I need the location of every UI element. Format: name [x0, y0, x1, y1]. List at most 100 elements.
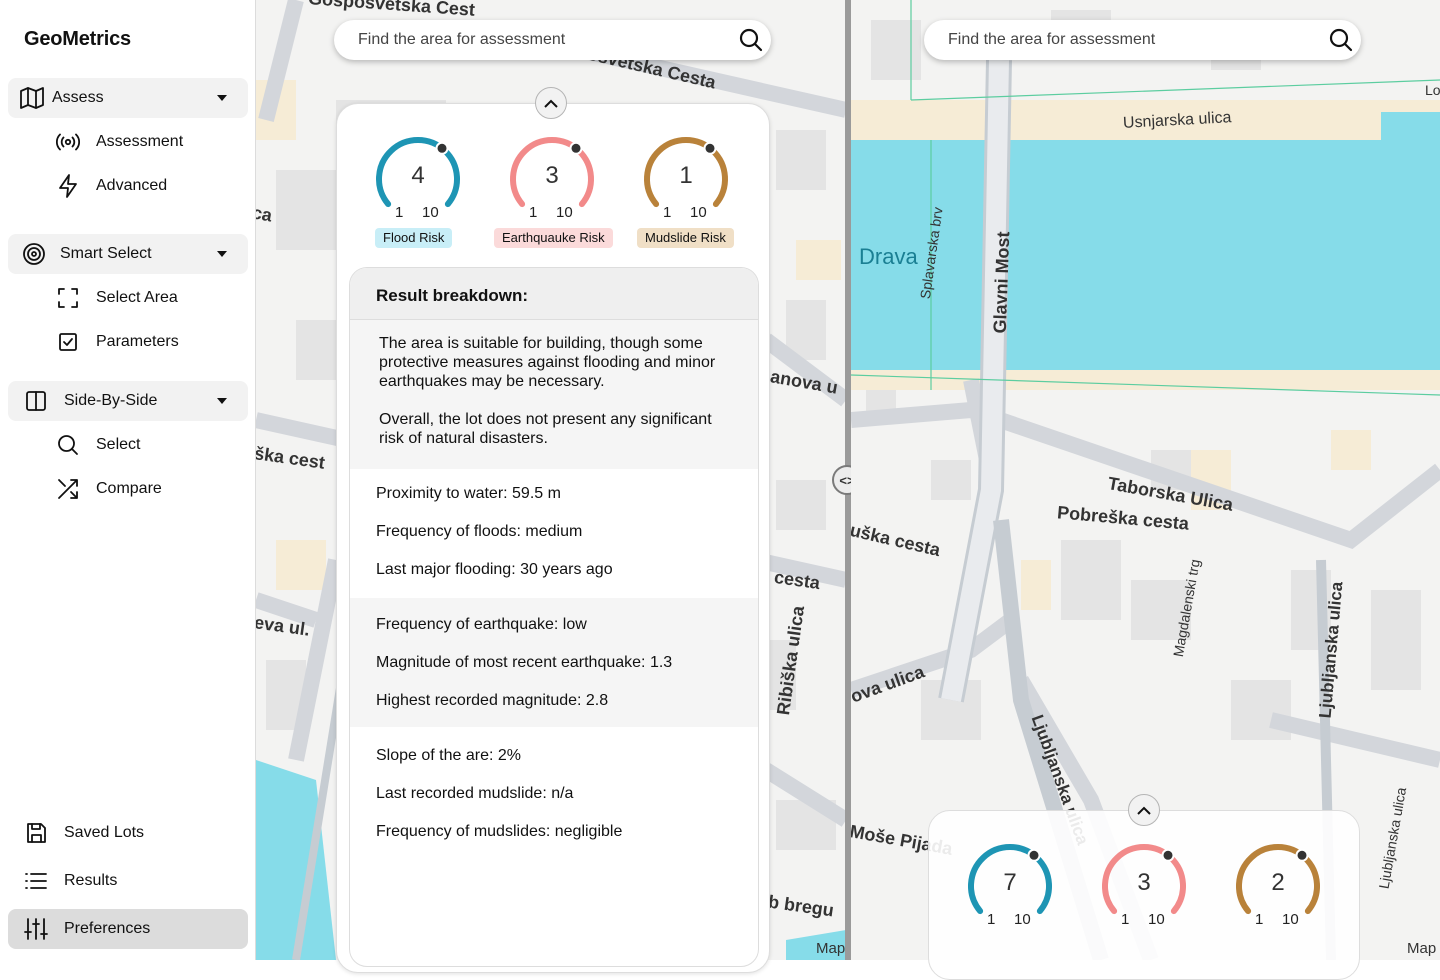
- gauge-value: 1: [679, 162, 693, 189]
- gauge-value: 3: [1137, 869, 1151, 896]
- gauge-mudslide-risk: 1 1 10 Mudslide Risk: [637, 134, 751, 254]
- nav-item-label: Select Area: [96, 289, 178, 306]
- nav-label: Saved Lots: [64, 824, 145, 841]
- detail-row: Last recorded mudslide: n/a: [376, 785, 574, 802]
- gauge-min: 1: [395, 204, 404, 221]
- gauge-flood-risk: 4 1 10 Flood Risk: [373, 134, 483, 254]
- earthquake-details: Frequency of earthquake: low Magnitude o…: [350, 598, 758, 727]
- mudslide-details: Slope of the are: 2% Last recorded mudsl…: [350, 727, 758, 851]
- caret-down-icon[interactable]: [210, 398, 234, 404]
- street-label: Glavni Most: [989, 231, 1014, 334]
- sliders-icon: [16, 917, 56, 941]
- nav-label: Preferences: [64, 920, 151, 937]
- gauge-label: Flood Risk: [375, 228, 453, 248]
- nav-item-parameters[interactable]: Parameters: [56, 330, 179, 354]
- nav-group-label: Smart Select: [60, 245, 152, 262]
- map-attribution: Map: [1407, 940, 1437, 957]
- nav-saved-lots[interactable]: Saved Lots: [8, 813, 248, 853]
- list-icon: [16, 872, 56, 890]
- sidebar: GeoMetrics Assess Assessment Advanced Sm…: [0, 0, 256, 960]
- summary-text: The area is suitable for building, thoug…: [379, 335, 716, 390]
- gauge-value: 2: [1271, 869, 1285, 896]
- gauge-max: 10: [422, 204, 439, 221]
- select-frame-icon: [56, 287, 80, 309]
- gauge-label: Earthquauke Risk: [494, 228, 613, 248]
- caret-down-icon[interactable]: [210, 95, 234, 101]
- gauge-min: 1: [1255, 911, 1264, 928]
- search-icon: [56, 434, 80, 456]
- lightning-icon: [56, 174, 80, 198]
- detail-row: Slope of the are: 2%: [376, 747, 521, 764]
- detail-row: Proximity to water: 59.5 m: [376, 485, 561, 502]
- gauge-earthquake-risk: 3 1 10: [1099, 841, 1209, 961]
- search-bar-left[interactable]: Find the area for assessment: [334, 20, 771, 60]
- gauge-knob: [1161, 848, 1175, 862]
- nav-label: Results: [64, 872, 118, 889]
- gauge-flood-risk: 7 1 10: [965, 841, 1075, 961]
- gauge-max: 10: [556, 204, 573, 221]
- gauge-knob: [1027, 848, 1041, 862]
- nav-item-label: Parameters: [96, 333, 179, 350]
- gauge-earthquake-risk: 3 1 10 Earthquauke Risk: [494, 134, 617, 254]
- gauge-value: 4: [411, 162, 425, 189]
- gauge-max: 10: [1282, 911, 1299, 928]
- nav-item-advanced[interactable]: Advanced: [56, 174, 167, 198]
- collapse-panel-button[interactable]: [535, 87, 567, 119]
- split-panel-icon: [20, 390, 52, 412]
- gauge-knob: [1295, 848, 1309, 862]
- search-icon[interactable]: [731, 28, 771, 52]
- search-input[interactable]: Find the area for assessment: [924, 31, 1321, 49]
- gauge-max: 10: [1148, 911, 1165, 928]
- nav-item-label: Select: [96, 436, 141, 453]
- gauge-value: 3: [545, 162, 559, 189]
- nav-item-label: Advanced: [96, 177, 168, 194]
- gauge-label: Mudslide Risk: [637, 228, 734, 248]
- results-panel-right: 7 1 10 3 1 10 2 1 10: [928, 794, 1360, 980]
- nav-preferences[interactable]: Preferences: [8, 909, 248, 949]
- detail-row: Frequency of floods: medium: [376, 523, 583, 540]
- gauge-min: 1: [529, 204, 538, 221]
- result-breakdown: Result breakdown: The area is suitable f…: [349, 267, 759, 967]
- search-bar-right[interactable]: Find the area for assessment: [924, 20, 1361, 60]
- gauge-knob: [703, 141, 717, 155]
- shuffle-icon: [56, 478, 80, 500]
- checkbox-icon: [56, 332, 80, 352]
- nav-item-assessment[interactable]: Assessment: [56, 130, 183, 154]
- nav-group-label: Side-By-Side: [64, 392, 158, 409]
- nav-item-select-area[interactable]: Select Area: [56, 286, 178, 310]
- results-panel-left: 4 1 10 Flood Risk 3 1 10 Earthquauke Ris…: [336, 87, 770, 973]
- gauge-mudslide-risk: 2 1 10: [1233, 841, 1343, 961]
- search-icon[interactable]: [1321, 28, 1361, 52]
- nav-group-assess[interactable]: Assess: [8, 78, 248, 118]
- nav-item-compare[interactable]: Compare: [56, 477, 162, 501]
- nav-group-side-by-side[interactable]: Side-By-Side: [8, 381, 248, 421]
- summary-text: Overall, the lot does not present any si…: [379, 411, 712, 447]
- detail-row: Highest recorded magnitude: 2.8: [376, 692, 609, 709]
- expand-panel-button[interactable]: [1128, 794, 1160, 826]
- gauge-min: 1: [663, 204, 672, 221]
- detail-row: Magnitude of most recent earthquake: 1.3: [376, 654, 673, 671]
- detail-row: Frequency of mudslides: negligible: [376, 823, 623, 840]
- gauge-max: 10: [690, 204, 707, 221]
- save-icon: [16, 822, 56, 844]
- flood-details: Proximity to water: 59.5 m Frequency of …: [350, 469, 758, 598]
- nav-results[interactable]: Results: [8, 861, 248, 901]
- nav-item-select[interactable]: Select: [56, 433, 140, 457]
- nav-group-smart-select[interactable]: Smart Select: [8, 234, 248, 274]
- nav-item-label: Assessment: [96, 133, 184, 150]
- detail-row: Last major flooding: 30 years ago: [376, 561, 613, 578]
- gauge-value: 7: [1003, 869, 1017, 896]
- search-input[interactable]: Find the area for assessment: [334, 31, 731, 49]
- gauge-min: 1: [1121, 911, 1130, 928]
- caret-down-icon[interactable]: [210, 251, 234, 257]
- breakdown-summary: The area is suitable for building, thoug…: [350, 320, 758, 469]
- chevron-up-icon: [1137, 806, 1151, 815]
- breakdown-title: Result breakdown:: [350, 268, 758, 320]
- gauge-max: 10: [1014, 911, 1031, 928]
- gauge-knob: [435, 141, 449, 155]
- chevron-up-icon: [544, 99, 558, 108]
- gauge-min: 1: [987, 911, 996, 928]
- nav-item-label: Compare: [96, 480, 162, 497]
- map-icon: [12, 86, 52, 110]
- detail-row: Frequency of earthquake: low: [376, 616, 587, 633]
